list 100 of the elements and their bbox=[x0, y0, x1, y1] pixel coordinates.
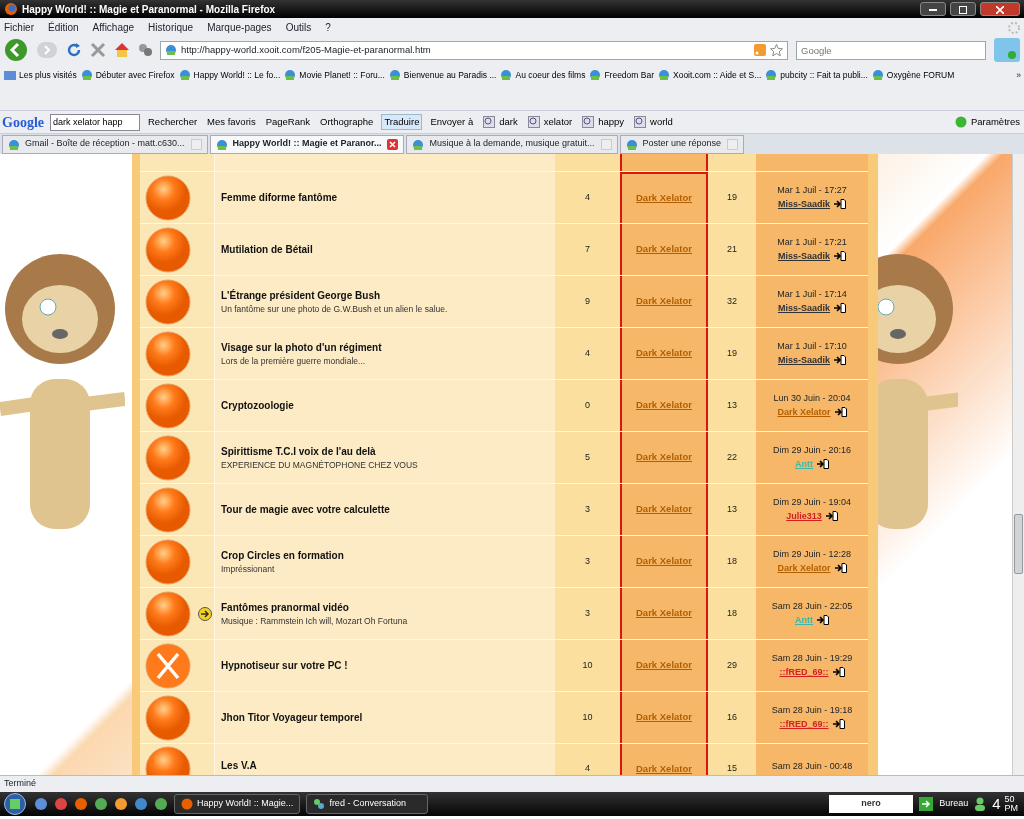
quick-launch-icon[interactable] bbox=[114, 797, 128, 811]
back-icon[interactable] bbox=[4, 38, 28, 62]
goto-post-icon[interactable] bbox=[834, 563, 847, 574]
view-count: 19 bbox=[727, 346, 737, 360]
menu-item[interactable]: Marque-pages bbox=[207, 20, 272, 35]
menu-item[interactable]: Historique bbox=[148, 20, 194, 35]
quick-launch-icon[interactable] bbox=[94, 797, 108, 811]
star-icon[interactable] bbox=[770, 43, 783, 57]
toolbar-button[interactable]: Envoyer à bbox=[428, 114, 476, 130]
topic-title[interactable]: Les V.A bbox=[221, 758, 257, 773]
bookmark[interactable]: Débuter avec Firefox bbox=[79, 68, 176, 82]
goto-post-icon[interactable] bbox=[825, 511, 838, 522]
taskbar-button[interactable]: Happy World! :: Magie... bbox=[174, 794, 301, 814]
reply-count: 3 bbox=[585, 502, 590, 516]
search-term-button[interactable]: xelator bbox=[525, 114, 575, 130]
browser-tab[interactable]: Gmail - Boîte de réception - matt.c630... bbox=[2, 134, 208, 154]
bookmark[interactable]: Au coeur des films bbox=[499, 68, 587, 82]
menu-item[interactable]: Outils bbox=[285, 20, 312, 35]
start-button-icon[interactable] bbox=[2, 793, 28, 815]
goto-post-icon[interactable] bbox=[832, 667, 845, 678]
last-post-date: Sam 28 Juin - 19:29 bbox=[771, 652, 853, 665]
address-bar[interactable]: http://happy-world.xooit.com/f205-Magie-et-paranormal.htm bbox=[160, 40, 788, 60]
topic-title[interactable]: Cryptozoologie bbox=[221, 398, 549, 413]
scrollbar-thumb[interactable] bbox=[1014, 514, 1023, 574]
tab-close-icon[interactable] bbox=[387, 138, 399, 150]
bookmark[interactable]: Freedom Bar bbox=[588, 68, 655, 82]
search-field[interactable]: Google bbox=[796, 40, 986, 60]
topic-description: EXPERIENCE DU MAGNÉTOPHONE CHEZ VOUS bbox=[221, 458, 419, 472]
topic-description: Impréssionant bbox=[221, 562, 276, 576]
goto-post-icon[interactable] bbox=[834, 303, 846, 314]
desktop-toolbar-label[interactable]: Bureau bbox=[939, 797, 969, 811]
menu-item[interactable]: ? bbox=[325, 20, 331, 35]
quick-launch-icon[interactable] bbox=[54, 797, 68, 811]
last-post-user-link[interactable]: Miss-Saadik bbox=[778, 249, 830, 263]
last-post-user-link[interactable]: Miss-Saadik bbox=[778, 197, 830, 211]
topic-title[interactable]: L'Étrange président George Bush bbox=[221, 287, 549, 303]
topic-title[interactable]: Hypnotiseur sur votre PC ! bbox=[221, 658, 549, 673]
goto-post-icon[interactable] bbox=[834, 355, 846, 366]
clock-period: PM bbox=[1004, 804, 1018, 813]
search-term-button[interactable]: dark bbox=[481, 114, 520, 130]
taskbar-button[interactable]: fred - Conversation bbox=[306, 794, 429, 814]
bookmark[interactable]: Oxygène FORUM bbox=[870, 68, 956, 82]
go-icon[interactable] bbox=[919, 797, 934, 811]
topic-title[interactable]: Tour de magie avec votre calculette bbox=[221, 502, 549, 517]
bookmark[interactable]: Xooit.com :: Aide et S... bbox=[657, 68, 763, 82]
last-post-date: Sam 28 Juin - 00:48 bbox=[771, 760, 853, 773]
goto-post-icon[interactable] bbox=[832, 719, 845, 730]
quick-launch-icon[interactable] bbox=[74, 797, 88, 811]
search-logo[interactable]: nero bbox=[829, 795, 914, 813]
toolbar-button[interactable]: Traduire bbox=[381, 113, 423, 131]
reply-count: 4 bbox=[585, 762, 590, 775]
toolbar-button[interactable]: Mes favoris bbox=[205, 114, 258, 130]
goto-post-icon[interactable] bbox=[817, 459, 829, 470]
bookmark-icon bbox=[178, 69, 191, 81]
scrollbar[interactable] bbox=[1012, 154, 1024, 775]
topic-title[interactable]: Femme diforme fantôme bbox=[221, 190, 549, 205]
browser-tab[interactable]: Poster une réponse bbox=[619, 134, 745, 154]
toolbar-button[interactable]: Orthographe bbox=[318, 114, 376, 130]
topic-title[interactable]: Mutilation de Bétail bbox=[221, 242, 549, 257]
quick-launch-icon[interactable] bbox=[154, 797, 168, 811]
bookmark[interactable]: Movie Planet! :: Foru... bbox=[283, 68, 386, 82]
tab-icon bbox=[625, 138, 637, 150]
topic-title[interactable]: Spirittisme T.C.I voix de l'au delà bbox=[221, 443, 549, 459]
goto-post-icon[interactable] bbox=[834, 251, 846, 262]
toolbar-button[interactable]: PageRank bbox=[263, 114, 313, 130]
toolbar-button[interactable]: Rechercher bbox=[146, 114, 200, 130]
topic-title[interactable]: Crop Circles en formation bbox=[221, 547, 549, 563]
home-icon[interactable] bbox=[114, 42, 130, 58]
bookmark[interactable]: Les plus visités bbox=[3, 68, 78, 82]
search-term-button[interactable]: world bbox=[632, 114, 675, 130]
overflow-chevron[interactable]: » bbox=[1012, 68, 1021, 82]
goto-post-icon[interactable] bbox=[834, 199, 846, 210]
quick-launch-icon[interactable] bbox=[134, 797, 148, 811]
close-button[interactable] bbox=[980, 2, 1020, 16]
bookmark-icon bbox=[388, 69, 401, 81]
browser-tab[interactable]: Happy World! :: Magie et Paranor... bbox=[209, 134, 405, 154]
toolbar-search-field[interactable]: dark xelator happ bbox=[50, 113, 140, 131]
menu-item[interactable]: Édition bbox=[48, 20, 79, 35]
settings-button[interactable]: Paramètres bbox=[952, 114, 1022, 130]
last-post-user-link[interactable]: Miss-Saadik bbox=[778, 353, 830, 367]
topic-title[interactable]: Visage sur la photo d'un régiment bbox=[221, 339, 549, 355]
browser-tab[interactable]: Musique à la demande, musique gratuit... bbox=[406, 134, 618, 154]
menu-item[interactable]: Affichage bbox=[92, 20, 135, 35]
bookmark[interactable]: Happy World! :: Le fo... bbox=[177, 68, 282, 82]
goto-post-icon[interactable] bbox=[817, 615, 829, 626]
last-post-user-link[interactable]: Miss-Saadik bbox=[778, 301, 830, 315]
user-icon[interactable] bbox=[974, 797, 987, 811]
quick-launch-icon[interactable] bbox=[34, 797, 48, 811]
bookmark[interactable]: pubcity :: Fait ta publi... bbox=[764, 68, 869, 82]
reload-icon[interactable] bbox=[66, 42, 82, 58]
goto-post-icon[interactable] bbox=[834, 407, 847, 418]
maximize-button[interactable] bbox=[950, 2, 976, 16]
menu-item[interactable]: Fichier bbox=[4, 20, 34, 35]
bookmark-icon bbox=[284, 69, 297, 81]
search-term-button[interactable]: happy bbox=[580, 114, 627, 130]
minimize-button[interactable] bbox=[920, 2, 946, 16]
topic-description: Musique : Rammstein Ich will, Mozart Oh Fortuna bbox=[221, 614, 409, 628]
topic-title[interactable]: Jhon Titor Voyageur temporel bbox=[221, 710, 549, 725]
bookmark[interactable]: Bienvenue au Paradis ... bbox=[387, 68, 498, 82]
topic-title[interactable]: Fantômes pranormal vidéo bbox=[221, 599, 549, 615]
